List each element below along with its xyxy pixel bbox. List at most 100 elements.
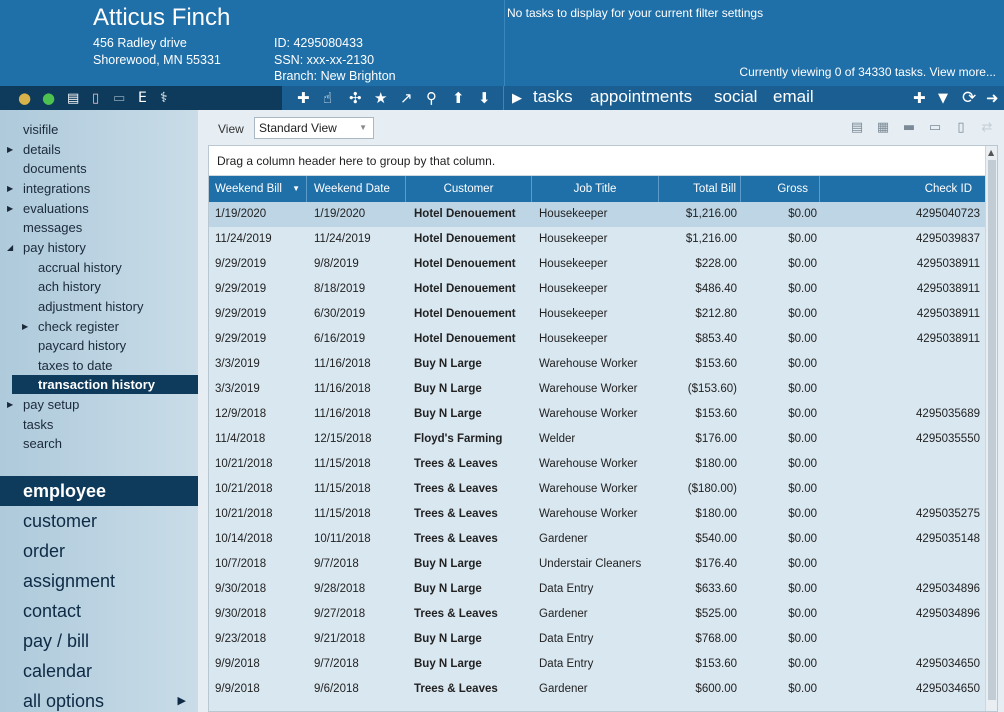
pdf-document-icon[interactable]: ▯ <box>92 89 99 107</box>
module-employee[interactable]: employee <box>0 476 198 506</box>
tab-tasks[interactable]: tasks <box>533 87 573 107</box>
column-total-bill[interactable]: Total Bill <box>659 176 741 202</box>
sidebar-item-evaluations[interactable]: evaluations <box>23 199 89 218</box>
folder-icon[interactable]: ▬ <box>900 120 918 136</box>
job-title-cell: Housekeeper <box>539 233 608 245</box>
table-row[interactable]: 9/29/2019 6/16/2019 Hotel Denouement Housek… <box>209 327 985 352</box>
expand-arrow-icon[interactable]: ▶ <box>22 317 28 336</box>
table-row[interactable]: 9/23/2018 9/21/2018 Buy N Large Data Entry $… <box>209 627 985 652</box>
open-external-icon[interactable]: ↗ <box>400 89 413 107</box>
expand-arrow-icon[interactable]: ▶ <box>7 395 13 414</box>
tab-email[interactable]: email <box>773 87 814 107</box>
star-icon[interactable]: ★ <box>374 89 387 107</box>
group-by-drop-zone[interactable]: Drag a column header here to group by th… <box>209 146 985 176</box>
arrow-up-icon[interactable]: ⬆ <box>452 89 465 107</box>
sidebar-item-pay-setup[interactable]: pay setup <box>23 395 79 414</box>
tab-social[interactable]: social <box>714 87 757 107</box>
view-more-tasks-link[interactable]: Currently viewing 0 of 34330 tasks. View… <box>739 65 996 79</box>
table-row[interactable]: 9/9/2018 9/6/2018 Trees & Leaves Gardener $6… <box>209 677 985 702</box>
green-status-icon[interactable]: ● <box>42 89 55 107</box>
column-weekend-bill[interactable]: Weekend Bill ▼ <box>209 176 307 202</box>
transfer-icon[interactable]: ⇄ <box>978 120 996 136</box>
sidebar-item-taxes-to-date[interactable]: taxes to date <box>38 356 112 375</box>
column-weekend-date[interactable]: Weekend Date <box>307 176 406 202</box>
expand-arrow-icon[interactable]: ▶ <box>7 179 13 198</box>
sidebar-item-accrual-history[interactable]: accrual history <box>38 258 122 277</box>
sidebar-item-integrations[interactable]: integrations <box>23 179 90 198</box>
card-icon[interactable]: ▭ <box>926 120 944 136</box>
table-row[interactable]: 11/24/2019 11/24/2019 Hotel Denouement Hous… <box>209 227 985 252</box>
sidebar-item-visifile[interactable]: visifile <box>23 120 58 139</box>
module-contact[interactable]: contact <box>0 596 198 626</box>
table-row[interactable]: 9/30/2018 9/27/2018 Trees & Leaves Gardener… <box>209 602 985 627</box>
refresh-icon[interactable]: ⟳ <box>962 88 976 108</box>
sidebar-item-tasks[interactable]: tasks <box>23 415 53 434</box>
table-row[interactable]: 1/19/2020 1/19/2020 Hotel Denouement Housek… <box>209 202 985 227</box>
table-row[interactable]: 3/3/2019 11/16/2018 Buy N Large Warehouse W… <box>209 352 985 377</box>
report-icon[interactable]: ▤ <box>848 120 866 136</box>
table-row[interactable]: 12/9/2018 11/16/2018 Buy N Large Warehouse … <box>209 402 985 427</box>
sidebar-item-documents[interactable]: documents <box>23 159 87 178</box>
coin-icon[interactable]: ● <box>18 89 31 107</box>
play-icon[interactable]: ▶ <box>512 89 522 107</box>
table-row[interactable]: 10/21/2018 11/15/2018 Trees & Leaves Wareho… <box>209 502 985 527</box>
table-row[interactable]: 11/4/2018 12/15/2018 Floyd's Farming Welder… <box>209 427 985 452</box>
table-row[interactable]: 9/29/2019 8/18/2019 Hotel Denouement Housek… <box>209 277 985 302</box>
column-check-id[interactable]: Check ID <box>820 176 985 202</box>
grid-vertical-scrollbar[interactable]: ▲ <box>985 146 997 711</box>
total-bill-cell: $540.00 <box>695 533 737 545</box>
caduceus-icon[interactable]: ⚕ <box>160 89 168 107</box>
expand-arrow-icon[interactable]: ◢ <box>7 238 13 257</box>
table-row[interactable]: 10/21/2018 11/15/2018 Trees & Leaves Wareho… <box>209 452 985 477</box>
total-bill-cell: ($180.00) <box>687 483 737 495</box>
scroll-up-icon[interactable]: ▲ <box>988 148 994 157</box>
view-select[interactable]: Standard View ▼ <box>254 117 374 139</box>
module-order[interactable]: order <box>0 536 198 566</box>
table-row[interactable]: 9/29/2019 9/8/2019 Hotel Denouement Houseke… <box>209 252 985 277</box>
building-icon[interactable]: ▦ <box>874 120 892 136</box>
sidebar-item-pay-history[interactable]: pay history <box>23 238 86 257</box>
filter-icon[interactable]: ▼ <box>938 89 948 107</box>
sidebar-item-adjustment-history[interactable]: adjustment history <box>38 297 144 316</box>
sidebar-item-search[interactable]: search <box>23 434 62 453</box>
employee-name[interactable]: Atticus Finch <box>93 4 230 32</box>
e-verify-icon[interactable]: E <box>138 89 147 107</box>
sidebar-item-ach-history[interactable]: ach history <box>38 277 101 296</box>
table-row[interactable]: 9/30/2018 9/28/2018 Buy N Large Data Entry $… <box>209 577 985 602</box>
clipboard-icon[interactable]: ▤ <box>67 89 79 107</box>
expand-arrow-icon[interactable]: ▶ <box>7 140 13 159</box>
column-job-title[interactable]: Job Title <box>532 176 659 202</box>
sidebar-item-details[interactable]: details <box>23 140 61 159</box>
weekend-bill-cell: 12/9/2018 <box>215 408 267 420</box>
table-row[interactable]: 9/29/2019 6/30/2019 Hotel Denouement Housek… <box>209 302 985 327</box>
arrow-down-icon[interactable]: ⬇ <box>478 89 491 107</box>
sidebar-item-paycard-history[interactable]: paycard history <box>38 336 126 355</box>
search-icon[interactable]: ⚲ <box>426 89 437 107</box>
expand-arrow-icon[interactable]: ▶ <box>7 199 13 218</box>
table-row[interactable]: 10/7/2018 9/7/2018 Buy N Large Understair C… <box>209 552 985 577</box>
table-row[interactable]: 3/3/2019 11/16/2018 Buy N Large Warehouse W… <box>209 377 985 402</box>
table-row[interactable]: 9/9/2018 9/7/2018 Buy N Large Data Entry $15… <box>209 652 985 677</box>
sidebar-item-transaction-history[interactable]: transaction history <box>12 375 198 395</box>
puzzle-icon[interactable]: ✣ <box>349 89 362 107</box>
customer-cell: Trees & Leaves <box>414 458 498 470</box>
table-row[interactable]: 10/14/2018 10/11/2018 Trees & Leaves Garden… <box>209 527 985 552</box>
table-row[interactable]: 10/21/2018 11/15/2018 Trees & Leaves Wareho… <box>209 477 985 502</box>
module-calendar[interactable]: calendar <box>0 656 198 686</box>
arrow-right-icon[interactable]: ➜ <box>986 89 999 107</box>
column-gross[interactable]: Gross <box>741 176 820 202</box>
module-assignment[interactable]: assignment <box>0 566 198 596</box>
sidebar-item-messages[interactable]: messages <box>23 218 82 237</box>
id-card-icon[interactable]: ▭ <box>113 89 125 107</box>
add-icon[interactable]: ✚ <box>297 89 310 107</box>
tab-appointments[interactable]: appointments <box>590 87 692 107</box>
module-customer[interactable]: customer <box>0 506 198 536</box>
hand-pointer-icon[interactable]: ☝ <box>323 89 332 107</box>
module-pay-bill[interactable]: pay / bill <box>0 626 198 656</box>
scrollbar-thumb[interactable] <box>988 160 996 700</box>
module-all-options[interactable]: all options ▶ <box>0 686 198 712</box>
add-task-icon[interactable]: ✚ <box>913 89 926 107</box>
document-icon[interactable]: ▯ <box>952 120 970 136</box>
column-customer[interactable]: Customer <box>406 176 532 202</box>
sidebar-item-check-register[interactable]: check register <box>38 317 119 336</box>
